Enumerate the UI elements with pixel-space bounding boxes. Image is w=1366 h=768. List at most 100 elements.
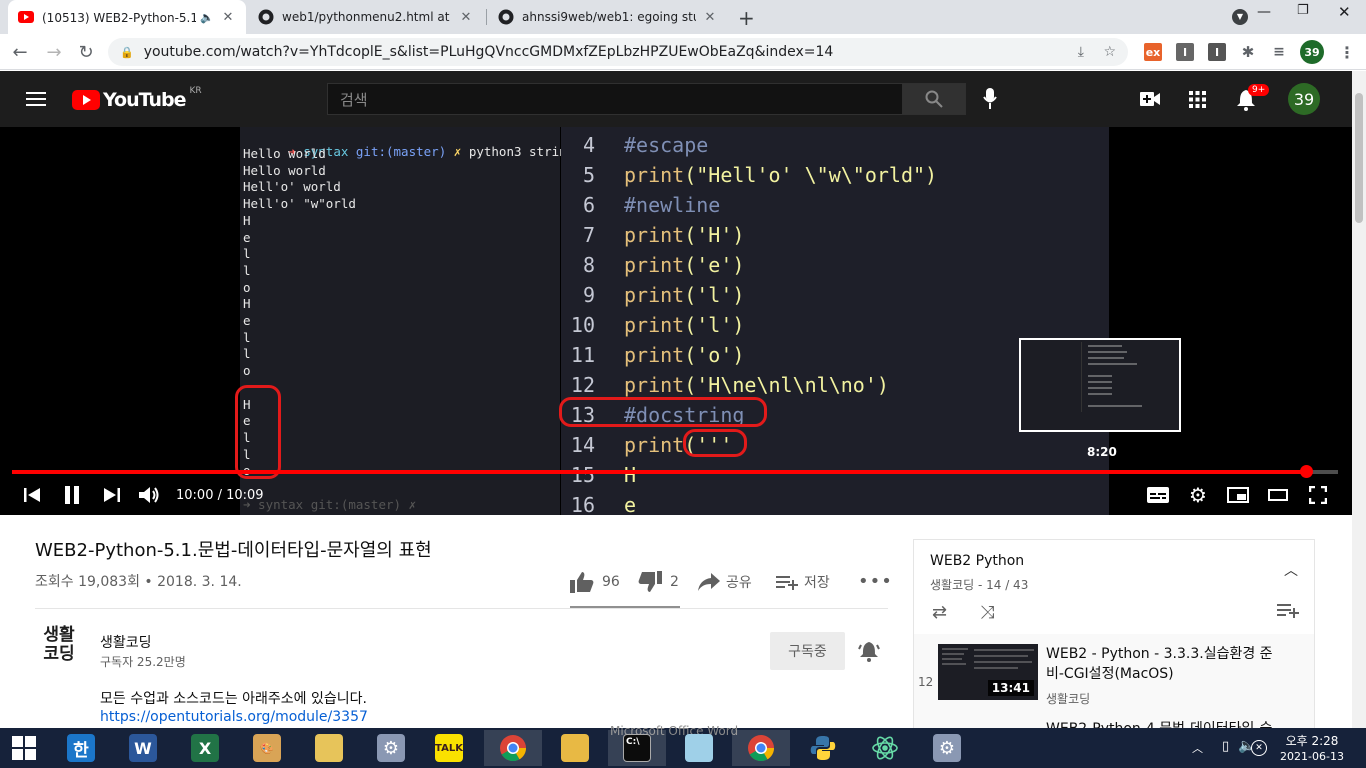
settings-gear-icon[interactable]: ⚙ <box>1186 483 1210 507</box>
settings-app-icon-2[interactable]: ⚙ <box>918 730 976 766</box>
tab-title: (10513) WEB2-Python-5.1.문 <box>42 10 197 25</box>
network-icon[interactable]: ▯ <box>1222 739 1229 754</box>
video-player[interactable]: ➜ syntax git:(master) ✗ python3 string.p… <box>0 127 1352 515</box>
file-explorer-icon[interactable] <box>300 730 358 766</box>
extension-ex-icon[interactable]: ex <box>1144 43 1162 61</box>
install-icon[interactable]: ⤓ <box>1078 44 1084 60</box>
back-arrow-icon[interactable]: ← <box>8 40 32 64</box>
search-button[interactable] <box>902 83 966 115</box>
youtube-logo[interactable]: YouTube KR <box>72 86 202 111</box>
dislike-button[interactable]: 2 <box>638 571 679 593</box>
channel-name[interactable]: 생활코딩 <box>100 632 152 652</box>
apps-grid-icon[interactable] <box>1189 91 1206 112</box>
page-scrollbar[interactable] <box>1352 71 1366 728</box>
loop-icon[interactable]: ⇄ <box>932 602 947 623</box>
theater-mode-icon[interactable] <box>1266 483 1290 507</box>
extensions-puzzle-icon[interactable]: ✱ <box>1239 43 1257 61</box>
code-line: print('l') <box>624 283 744 307</box>
forward-arrow-icon[interactable]: → <box>42 40 66 64</box>
chrome-icon[interactable] <box>484 730 542 766</box>
tab-divider <box>486 9 487 25</box>
start-button[interactable] <box>0 730 48 766</box>
tab-youtube[interactable]: (10513) WEB2-Python-5.1.문 🔈 ✕ <box>8 0 246 34</box>
profile-avatar[interactable]: 39 <box>1300 40 1324 64</box>
code-token: print <box>624 313 685 337</box>
code-token: print <box>624 433 685 457</box>
save-button[interactable]: 저장 <box>776 572 830 592</box>
previous-icon[interactable] <box>20 483 44 507</box>
close-tab-icon[interactable]: ✕ <box>702 10 718 25</box>
like-button[interactable]: 96 <box>570 571 620 593</box>
subscribed-button[interactable]: 구독중 <box>770 632 845 670</box>
clock-date[interactable]: 2021-06-13 <box>1276 750 1348 763</box>
restore-button[interactable]: ❐ <box>1297 3 1309 18</box>
close-circle-icon[interactable]: ✕ <box>1251 740 1267 756</box>
line-number: 16 <box>570 493 595 515</box>
close-tab-icon[interactable]: ✕ <box>458 10 474 25</box>
notification-bell-icon[interactable] <box>858 640 880 666</box>
collapse-chevron-icon[interactable]: ︿ <box>1284 560 1298 580</box>
user-avatar[interactable]: 39 <box>1288 83 1320 115</box>
kakaotalk-icon[interactable]: TALK <box>420 730 478 766</box>
extension-i-icon[interactable]: I <box>1176 43 1194 61</box>
notepad-icon[interactable] <box>670 730 728 766</box>
paint-icon[interactable]: 🎨 <box>238 730 296 766</box>
more-actions-icon[interactable]: ••• <box>858 571 893 592</box>
tab-search-icon[interactable]: ▼ <box>1232 9 1248 25</box>
menu-kebab-icon[interactable]: ⋮ <box>1338 43 1356 62</box>
create-video-icon[interactable] <box>1140 92 1160 110</box>
playlist-add-icon <box>776 576 798 590</box>
tab-github-web1[interactable]: ahnssi9web/web1: egoing study ✕ <box>488 0 728 34</box>
tray-chevron-icon[interactable]: ︿ <box>1192 740 1203 756</box>
share-button[interactable]: 공유 <box>698 572 752 592</box>
extension-i2-icon[interactable]: I <box>1208 43 1226 61</box>
code-token: print <box>624 373 685 397</box>
save-playlist-icon[interactable] <box>1277 602 1299 622</box>
command-prompt-icon[interactable]: C:\ <box>608 730 666 766</box>
miniplayer-icon[interactable] <box>1226 483 1250 507</box>
tab-github-pythonmenu[interactable]: web1/pythonmenu2.html at ma ✕ <box>248 0 484 34</box>
close-tab-icon[interactable]: ✕ <box>220 10 236 25</box>
terminal-bottom-prompt: ➜ syntax git:(master) ✗ <box>243 497 417 512</box>
chrome-icon-2[interactable] <box>732 730 790 766</box>
folder-icon[interactable] <box>546 730 604 766</box>
playlist-title[interactable]: WEB2 Python <box>930 553 1024 569</box>
word-icon[interactable]: W <box>114 730 172 766</box>
atom-editor-icon[interactable] <box>856 730 914 766</box>
fullscreen-icon[interactable] <box>1306 483 1330 507</box>
description-link[interactable]: https://opentutorials.org/module/3357 <box>100 709 368 725</box>
line-number: 4 <box>582 133 595 157</box>
progress-bar[interactable] <box>12 465 1338 478</box>
lock-icon[interactable]: 🔒 <box>120 46 134 59</box>
address-bar[interactable]: 🔒 youtube.com/watch?v=YhTdcoplE_s&list=P… <box>108 38 1128 66</box>
hamburger-menu-icon[interactable] <box>26 91 46 111</box>
search-input[interactable]: 검색 <box>327 83 903 115</box>
python-idle-icon[interactable] <box>794 730 852 766</box>
pause-icon[interactable] <box>60 483 84 507</box>
minimize-button[interactable]: — <box>1257 4 1271 20</box>
settings-app-icon[interactable]: ⚙ <box>362 730 420 766</box>
volume-icon[interactable] <box>138 483 162 507</box>
bookmark-star-icon[interactable]: ☆ <box>1103 44 1116 60</box>
scrollbar-thumb[interactable] <box>1355 93 1363 223</box>
subtitles-icon[interactable] <box>1146 483 1170 507</box>
scrub-preview-thumbnail <box>1019 338 1181 432</box>
channel-avatar[interactable]: 생활 코딩 <box>37 626 81 664</box>
shuffle-icon[interactable]: ⤨ <box>980 602 994 623</box>
hangul-word-icon[interactable]: 한 <box>52 730 110 766</box>
reload-icon[interactable]: ↻ <box>74 40 98 64</box>
microphone-icon[interactable] <box>983 88 997 114</box>
excel-icon[interactable]: X <box>176 730 234 766</box>
new-tab-button[interactable]: + <box>738 6 755 30</box>
code-line: print("Hell'o' \"w\"orld") <box>624 163 937 187</box>
media-controls-icon[interactable]: ≡ <box>1270 43 1288 61</box>
close-window-button[interactable]: ✕ <box>1338 3 1351 21</box>
next-icon[interactable] <box>100 483 124 507</box>
progress-scrubber[interactable] <box>1300 465 1314 478</box>
playlist-item-index: 12 <box>918 675 934 689</box>
speaker-icon[interactable]: 🔈 <box>200 11 214 24</box>
clock-time[interactable]: 오후 2:28 <box>1282 732 1342 749</box>
playlist-item[interactable]: 12 13:41 WEB2 - Python - 3.3.3.실습환경 준비-C… <box>914 644 1314 714</box>
code-token: e <box>624 493 637 515</box>
line-number: 12 <box>570 373 595 397</box>
